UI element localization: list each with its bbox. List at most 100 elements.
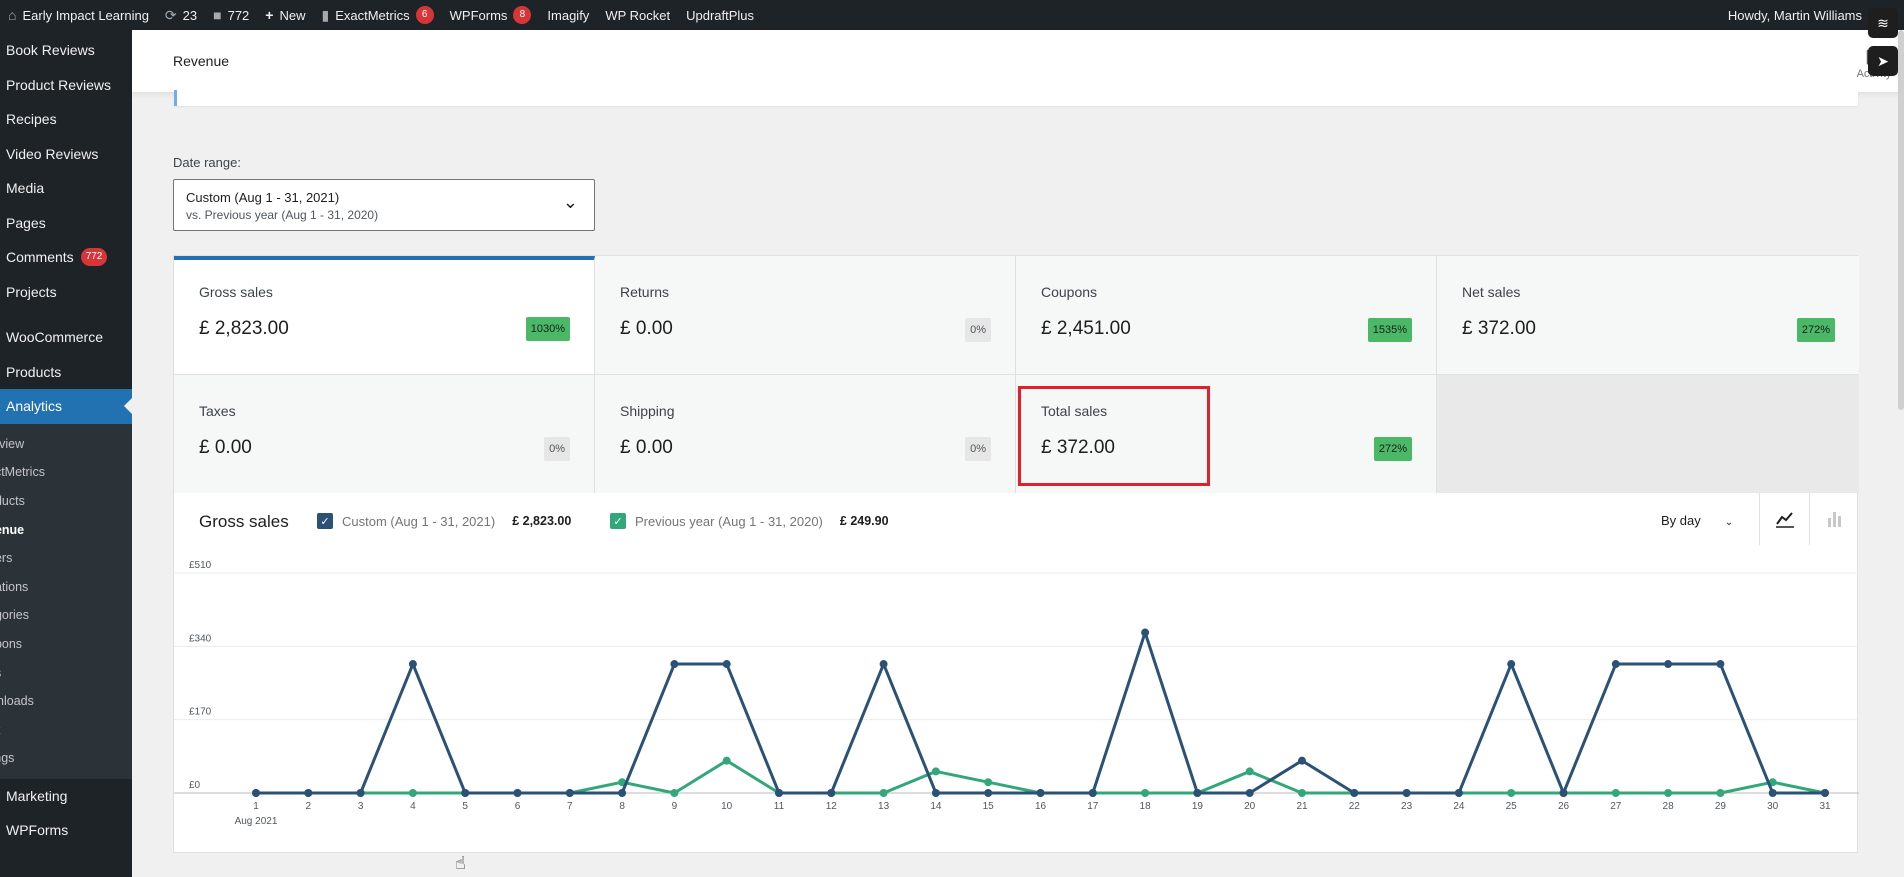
y-tick-label: £0 — [189, 780, 201, 791]
submenu-item-stock[interactable]: ck — [0, 715, 132, 744]
x-tick-label: 16 — [1035, 801, 1047, 812]
sidebar-item-comments[interactable]: Comments 772 — [0, 240, 132, 275]
new-content-link[interactable]: + New — [257, 0, 313, 30]
sidebar-item-woocommerce[interactable]: WooCommerce — [0, 320, 132, 355]
submenu-item-coupons[interactable]: upons — [0, 630, 132, 659]
data-point-current — [1611, 660, 1620, 669]
summary-card-coupons[interactable]: Coupons £ 2,451.00 1535% — [1016, 256, 1437, 375]
data-point-current — [513, 789, 522, 797]
x-tick-label: 23 — [1401, 801, 1413, 812]
chevron-down-icon: ⌄ — [562, 192, 578, 212]
card-value: £ 0.00 — [620, 318, 673, 339]
updates-link[interactable]: ⟳ 23 — [157, 0, 205, 30]
x-tick-label: 3 — [358, 801, 364, 812]
sidebar-item-book-reviews[interactable]: Book Reviews — [0, 33, 132, 68]
y-tick-label: £510 — [189, 560, 212, 571]
imagify-link[interactable]: Imagify — [539, 0, 597, 30]
sidebar-item-wpforms[interactable]: WPForms — [0, 813, 132, 848]
exactmetrics-link[interactable]: ▮ ExactMetrics 6 — [314, 0, 442, 30]
submenu-item-products[interactable]: oducts — [0, 487, 132, 516]
sidebar-item-video-reviews[interactable]: Video Reviews — [0, 137, 132, 172]
summary-cards: Gross sales £ 2,823.00 1030% Returns £ 0… — [173, 255, 1859, 494]
data-point-current — [1245, 789, 1254, 797]
annotation-highlight-box — [1018, 386, 1210, 486]
data-point-previous — [408, 789, 417, 797]
summary-card-returns[interactable]: Returns £ 0.00 0% — [595, 256, 1016, 375]
site-name-link[interactable]: ⌂ Early Impact Learning — [0, 0, 157, 30]
x-tick-label: 31 — [1819, 801, 1831, 812]
sidebar-item-products[interactable]: Products — [0, 355, 132, 390]
data-point-current — [1768, 789, 1777, 797]
line-chart-toggle[interactable] — [1759, 493, 1809, 545]
x-tick-label: 27 — [1610, 801, 1622, 812]
sidebar-item-projects[interactable]: Projects — [0, 275, 132, 310]
submenu-item-categories[interactable]: egories — [0, 601, 132, 630]
data-point-previous — [1298, 789, 1306, 797]
data-point-current — [252, 789, 260, 797]
x-tick-label: 1 — [253, 801, 259, 812]
summary-card-gross-sales[interactable]: Gross sales £ 2,823.00 1030% — [174, 256, 595, 375]
card-label: Gross sales — [199, 284, 273, 300]
data-point-current — [1088, 789, 1097, 797]
updraftplus-link[interactable]: UpdraftPlus — [678, 0, 762, 30]
layers-icon[interactable]: ≋ — [1868, 8, 1898, 38]
interval-select[interactable]: By day ⌄ — [1661, 513, 1733, 528]
notice-strip — [174, 90, 1858, 106]
page-scrollbar[interactable] — [1898, 30, 1904, 410]
data-point-current — [1298, 756, 1306, 765]
data-point-current — [565, 789, 574, 797]
x-tick-label: 2 — [306, 801, 312, 812]
x-tick-label: 29 — [1715, 801, 1727, 812]
data-point-previous — [931, 767, 940, 776]
submenu-item-variations[interactable]: riations — [0, 572, 132, 601]
sidebar-item-recipes[interactable]: Recipes — [0, 102, 132, 137]
summary-card-shipping[interactable]: Shipping £ 0.00 0% — [595, 375, 1016, 494]
submenu-item-overview[interactable]: erview — [0, 430, 132, 459]
card-delta-badge: 1535% — [1367, 318, 1412, 342]
summary-card-empty — [1437, 375, 1859, 494]
legend-item-current[interactable]: ✓ Custom (Aug 1 - 31, 2021) £ 2,823.00 — [317, 513, 571, 529]
gross-sales-chart: £0£170£340£5101 2 3 4 5 6 7 8 9 10 11 12 13 14 15 16 17 1… — [174, 560, 1859, 827]
bar-chart-icon: ▮ — [321, 6, 330, 23]
card-label: Shipping — [620, 403, 675, 419]
x-tick-label: 5 — [462, 801, 468, 812]
data-point-current — [1559, 789, 1568, 797]
wprocket-link[interactable]: WP Rocket — [597, 0, 678, 30]
admin-sidebar: Book Reviews Product Reviews Recipes Vid… — [0, 30, 132, 877]
comments-link[interactable]: ■ 772 — [205, 0, 257, 30]
data-point-current — [1402, 789, 1411, 797]
comment-icon: ■ — [213, 7, 222, 23]
bar-chart-toggle[interactable] — [1809, 493, 1859, 545]
data-point-current — [827, 789, 836, 797]
sidebar-item-pages[interactable]: Pages — [0, 206, 132, 241]
summary-card-net-sales[interactable]: Net sales £ 372.00 272% — [1437, 256, 1859, 375]
data-point-current — [1036, 789, 1045, 797]
page-header: Revenue ⊡ Activity — [132, 30, 1904, 92]
sidebar-item-product-reviews[interactable]: Product Reviews — [0, 68, 132, 103]
sidebar-item-marketing[interactable]: Marketing — [0, 779, 132, 814]
send-icon[interactable]: ➤ — [1868, 46, 1898, 76]
card-label: Net sales — [1462, 284, 1521, 300]
summary-card-taxes[interactable]: Taxes £ 0.00 0% — [174, 375, 595, 494]
submenu-item-settings[interactable]: tings — [0, 744, 132, 773]
submenu-item-orders[interactable]: ders — [0, 544, 132, 573]
sidebar-item-analytics[interactable]: Analytics — [0, 389, 132, 424]
data-point-previous — [984, 778, 993, 787]
submenu-item-exactmetrics[interactable]: actMetrics — [0, 458, 132, 487]
wpforms-badge: 8 — [513, 6, 532, 24]
x-tick-sublabel: Aug 2021 — [235, 816, 278, 827]
exactmetrics-badge: 6 — [415, 6, 434, 24]
legend-item-previous[interactable]: ✓ Previous year (Aug 1 - 31, 2020) £ 249… — [610, 513, 889, 529]
x-tick-label: 30 — [1767, 801, 1779, 812]
date-range-select[interactable]: Custom (Aug 1 - 31, 2021) vs. Previous y… — [173, 179, 595, 231]
submenu-item-downloads[interactable]: wnloads — [0, 687, 132, 716]
x-tick-label: 26 — [1558, 801, 1570, 812]
card-label: Returns — [620, 284, 670, 300]
submenu-item-revenue[interactable]: venue — [0, 515, 132, 544]
admin-bar: ⌂ Early Impact Learning ⟳ 23 ■ 772 + New ▮ Ex… — [0, 0, 1904, 30]
x-tick-label: 12 — [826, 801, 838, 812]
sidebar-item-media[interactable]: Media — [0, 171, 132, 206]
interval-label: By day — [1661, 513, 1701, 528]
wpforms-link[interactable]: WPForms 8 — [442, 0, 540, 30]
submenu-item-taxes[interactable]: es — [0, 658, 132, 687]
